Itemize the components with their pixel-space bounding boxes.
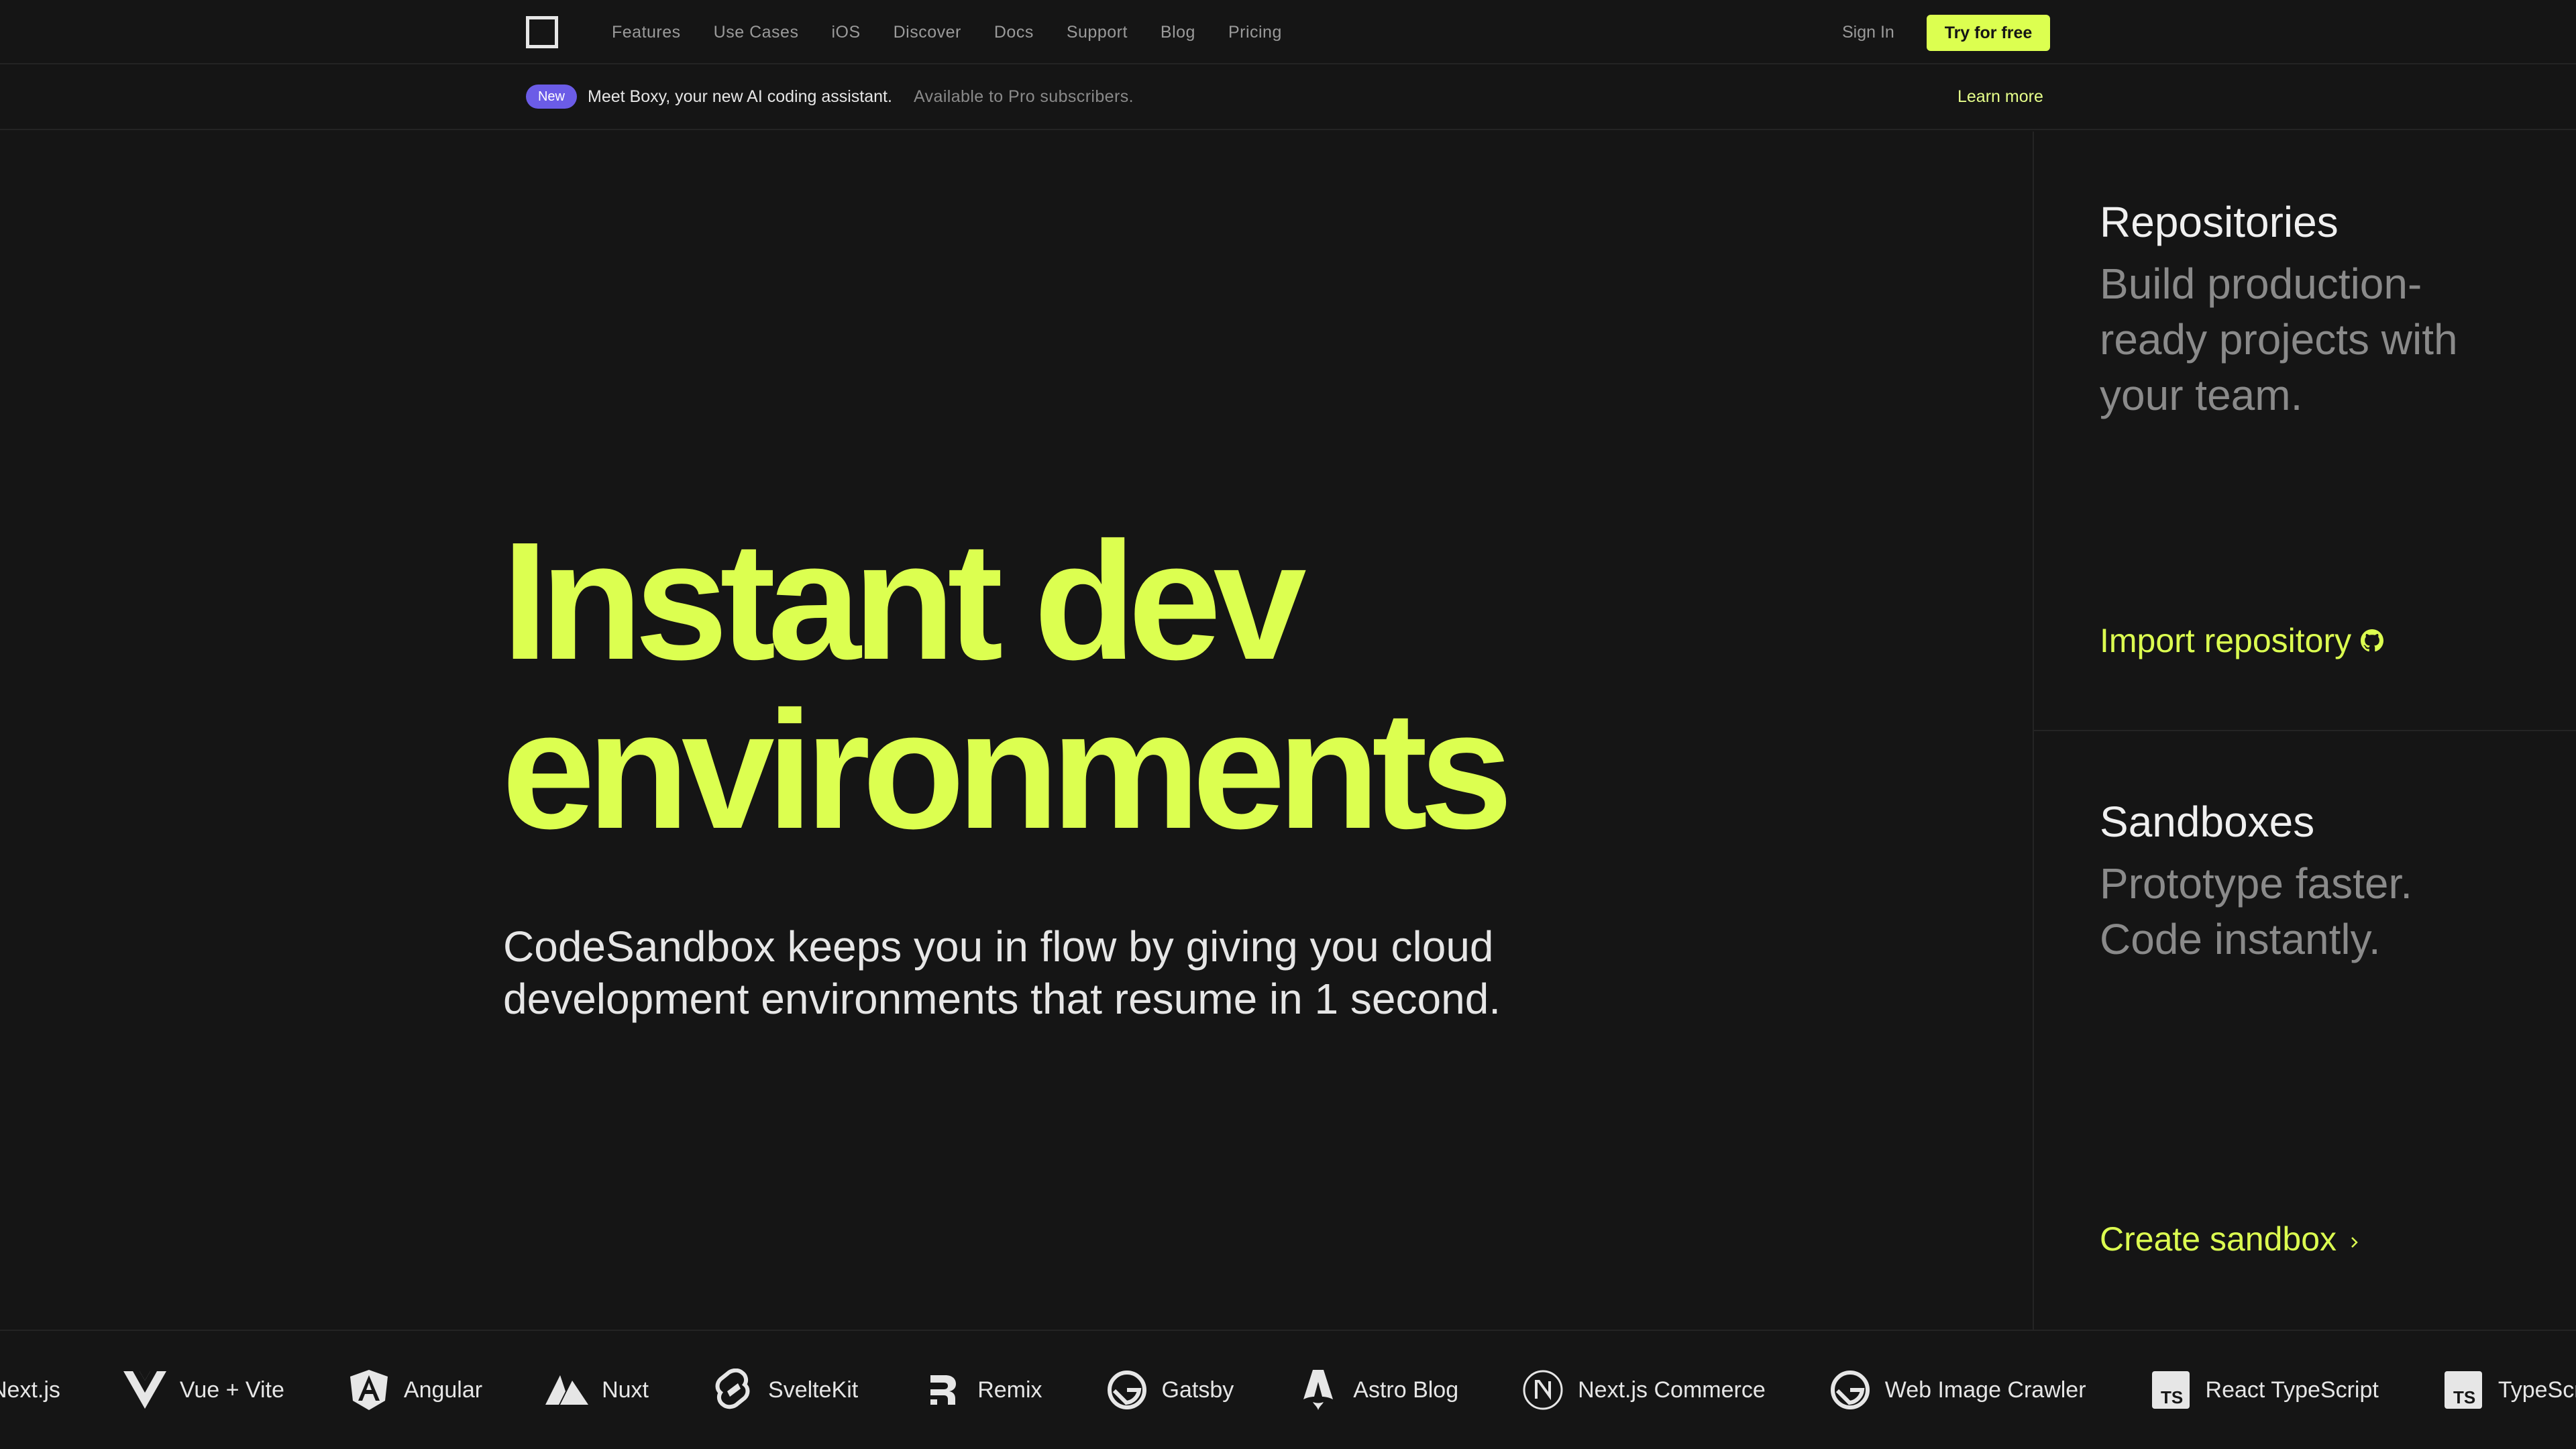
banner-subtext: Available to Pro subscribers. bbox=[914, 87, 1134, 106]
nav-link-pricing[interactable]: Pricing bbox=[1228, 23, 1282, 42]
astro-icon bbox=[1297, 1368, 1340, 1411]
framework-label: SvelteKit bbox=[768, 1377, 859, 1403]
repositories-card[interactable]: Repositories Build production-ready proj… bbox=[2034, 131, 2576, 731]
new-badge: New bbox=[526, 85, 577, 109]
framework-item[interactable]: Astro Blog bbox=[1297, 1368, 1458, 1411]
try-for-free-button[interactable]: Try for free bbox=[1927, 15, 2050, 51]
sandboxes-card[interactable]: Sandboxes Prototype faster. Code instant… bbox=[2034, 731, 2576, 1331]
framework-item[interactable]: Remix bbox=[921, 1368, 1042, 1411]
framework-label: Next.js bbox=[0, 1377, 60, 1403]
framework-label: React TypeScript bbox=[2205, 1377, 2379, 1403]
framework-item[interactable]: Vue + Vite bbox=[123, 1368, 284, 1411]
import-repository-link[interactable]: Import repository bbox=[2100, 621, 2384, 660]
framework-label: Web Image Crawler bbox=[1884, 1377, 2086, 1403]
gatsby-icon bbox=[1106, 1368, 1148, 1411]
card-title: Repositories bbox=[2100, 198, 2339, 246]
nav-link-features[interactable]: Features bbox=[612, 23, 681, 42]
top-nav: Features Use Cases iOS Discover Docs Sup… bbox=[0, 0, 2576, 64]
svg-text:TS: TS bbox=[2453, 1387, 2475, 1407]
framework-item[interactable]: Next.js bbox=[0, 1377, 60, 1403]
nuxt-icon bbox=[545, 1368, 589, 1411]
logo-icon[interactable] bbox=[526, 16, 558, 48]
hero-subtitle-line-2: development environments that resume in … bbox=[503, 975, 1501, 1023]
svelte-icon bbox=[712, 1368, 755, 1411]
nav-link-use-cases[interactable]: Use Cases bbox=[714, 23, 799, 42]
hero-title-line-1: Instant dev bbox=[502, 507, 1307, 694]
nav-link-docs[interactable]: Docs bbox=[994, 23, 1034, 42]
nextjs-icon bbox=[1521, 1368, 1564, 1411]
gatsby-icon bbox=[1829, 1368, 1872, 1411]
framework-strip: Next.js Vue + Vite Angular Nuxt SvelteKi… bbox=[0, 1330, 2576, 1449]
nav-link-discover[interactable]: Discover bbox=[894, 23, 961, 42]
framework-item[interactable]: TS React TypeScript bbox=[2149, 1368, 2379, 1411]
framework-label: Gatsby bbox=[1161, 1377, 1234, 1403]
framework-label: Remix bbox=[977, 1377, 1042, 1403]
card-title: Sandboxes bbox=[2100, 798, 2315, 846]
svg-text:TS: TS bbox=[2161, 1387, 2183, 1407]
framework-label: Vue + Vite bbox=[179, 1377, 284, 1403]
vue-icon bbox=[123, 1368, 166, 1411]
card-description: Build production-ready projects with you… bbox=[2100, 260, 2458, 419]
github-icon bbox=[2361, 621, 2384, 660]
framework-label: Angular bbox=[403, 1377, 483, 1403]
framework-item[interactable]: Web Image Crawler bbox=[1829, 1368, 2086, 1411]
remix-icon bbox=[921, 1368, 964, 1411]
cta-label: Import repository bbox=[2100, 622, 2352, 659]
nav-link-ios[interactable]: iOS bbox=[831, 23, 860, 42]
framework-item[interactable]: Nuxt bbox=[545, 1368, 649, 1411]
nav-link-blog[interactable]: Blog bbox=[1161, 23, 1195, 42]
framework-label: Next.js Commerce bbox=[1578, 1377, 1766, 1403]
hero-title: Instant dev environments bbox=[502, 517, 1575, 855]
sign-in-link[interactable]: Sign In bbox=[1842, 23, 1894, 42]
nav-links: Features Use Cases iOS Discover Docs Sup… bbox=[612, 0, 1315, 64]
cta-label: Create sandbox bbox=[2100, 1220, 2337, 1258]
framework-item[interactable]: SvelteKit bbox=[712, 1368, 858, 1411]
hero-subtitle: CodeSandbox keeps you in flow by giving … bbox=[503, 920, 1644, 1025]
framework-item[interactable]: Next.js Commerce bbox=[1521, 1368, 1766, 1411]
framework-item[interactable]: Angular bbox=[347, 1368, 482, 1411]
hero-subtitle-line-1: CodeSandbox keeps you in flow by giving … bbox=[503, 922, 1494, 971]
banner-message: Meet Boxy, your new AI coding assistant. bbox=[588, 87, 892, 106]
learn-more-link[interactable]: Learn more bbox=[1957, 87, 2043, 107]
framework-label: TypeScript bbox=[2498, 1377, 2576, 1403]
hero-title-line-2: environments bbox=[502, 676, 1513, 863]
typescript-icon: TS bbox=[2149, 1368, 2192, 1411]
framework-item[interactable]: TS TypeScript bbox=[2442, 1368, 2576, 1411]
nav-link-support[interactable]: Support bbox=[1067, 23, 1128, 42]
framework-item[interactable]: Gatsby bbox=[1106, 1368, 1234, 1411]
angular-icon bbox=[347, 1368, 390, 1411]
framework-label: Nuxt bbox=[602, 1377, 649, 1403]
announcement-banner: New Meet Boxy, your new AI coding assist… bbox=[0, 66, 2576, 130]
typescript-icon: TS bbox=[2442, 1368, 2485, 1411]
card-description: Prototype faster. Code instantly. bbox=[2100, 859, 2413, 963]
chevron-right-icon bbox=[2346, 1220, 2362, 1258]
framework-label: Astro Blog bbox=[1353, 1377, 1459, 1403]
create-sandbox-link[interactable]: Create sandbox bbox=[2100, 1220, 2362, 1258]
right-panel: Repositories Build production-ready proj… bbox=[2033, 131, 2576, 1330]
framework-list: Next.js Vue + Vite Angular Nuxt SvelteKi… bbox=[0, 1331, 2576, 1449]
